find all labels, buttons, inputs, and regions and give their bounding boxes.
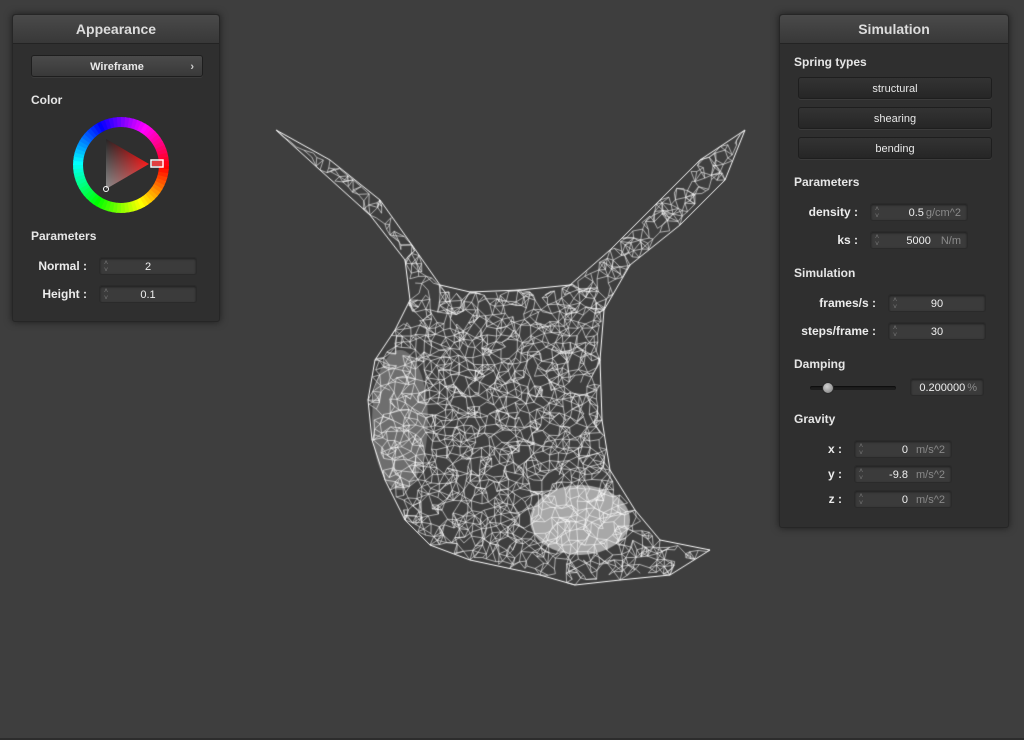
height-label: Height : <box>42 287 87 301</box>
color-section-label: Color <box>31 93 63 107</box>
damping-slider-handle[interactable] <box>822 382 835 394</box>
frames-per-second-input[interactable]: ˄ ˅ 90 <box>888 294 986 312</box>
gravity-y-label: y : <box>827 467 842 481</box>
spinner-icon[interactable]: ˄ ˅ <box>859 468 867 482</box>
steps-per-frame-input[interactable]: ˄ ˅ 30 <box>888 322 986 340</box>
normal-input[interactable]: ˄ ˅ 2 <box>99 257 197 275</box>
structural-spring-toggle[interactable]: structural <box>798 77 992 99</box>
spinner-icon[interactable]: ˄ ˅ <box>859 493 867 507</box>
gravity-x-input[interactable]: ˄ ˅ 0 m/s^2 <box>854 440 952 458</box>
spring-types-label: Spring types <box>794 55 867 69</box>
spinner-icon[interactable]: ˄ ˅ <box>875 206 883 220</box>
gravity-x-label: x : <box>827 442 842 456</box>
appearance-parameters-label: Parameters <box>31 229 97 243</box>
appearance-panel-title[interactable]: Appearance <box>13 15 219 44</box>
ks-input[interactable]: ˄ ˅ 5000 N/m <box>870 231 968 249</box>
color-wheel[interactable] <box>73 117 169 213</box>
render-mode-label: Wireframe <box>90 61 144 73</box>
density-label: density : <box>808 205 858 219</box>
spinner-icon[interactable]: ˄ ˅ <box>859 443 867 457</box>
damping-input[interactable]: 0.200000% <box>910 378 984 396</box>
spinner-icon[interactable]: ˄ ˅ <box>875 234 883 248</box>
simulation-section-label: Simulation <box>794 266 856 280</box>
shearing-spring-toggle[interactable]: shearing <box>798 107 992 129</box>
gravity-z-label: z : <box>828 492 842 506</box>
appearance-panel: Appearance Wireframe › Color Parameters … <box>12 14 220 322</box>
damping-label: Damping <box>794 357 846 371</box>
chevron-right-icon: › <box>190 61 194 73</box>
ks-label: ks : <box>837 233 858 247</box>
simulation-panel: Simulation Spring types structural shear… <box>779 14 1009 528</box>
gravity-y-input[interactable]: ˄ ˅ -9.8 m/s^2 <box>854 465 952 483</box>
frames-per-second-label: frames/s : <box>819 296 876 310</box>
render-mode-button[interactable]: Wireframe › <box>31 55 203 77</box>
density-input[interactable]: ˄ ˅ 0.5 g/cm^2 <box>870 203 968 221</box>
gravity-z-input[interactable]: ˄ ˅ 0 m/s^2 <box>854 490 952 508</box>
gravity-label: Gravity <box>794 412 836 426</box>
simulation-parameters-label: Parameters <box>794 175 860 189</box>
normal-label: Normal : <box>38 259 87 273</box>
height-input[interactable]: ˄ ˅ 0.1 <box>99 285 197 303</box>
steps-per-frame-label: steps/frame : <box>801 324 876 338</box>
bending-spring-toggle[interactable]: bending <box>798 137 992 159</box>
simulation-panel-title[interactable]: Simulation <box>780 15 1008 44</box>
